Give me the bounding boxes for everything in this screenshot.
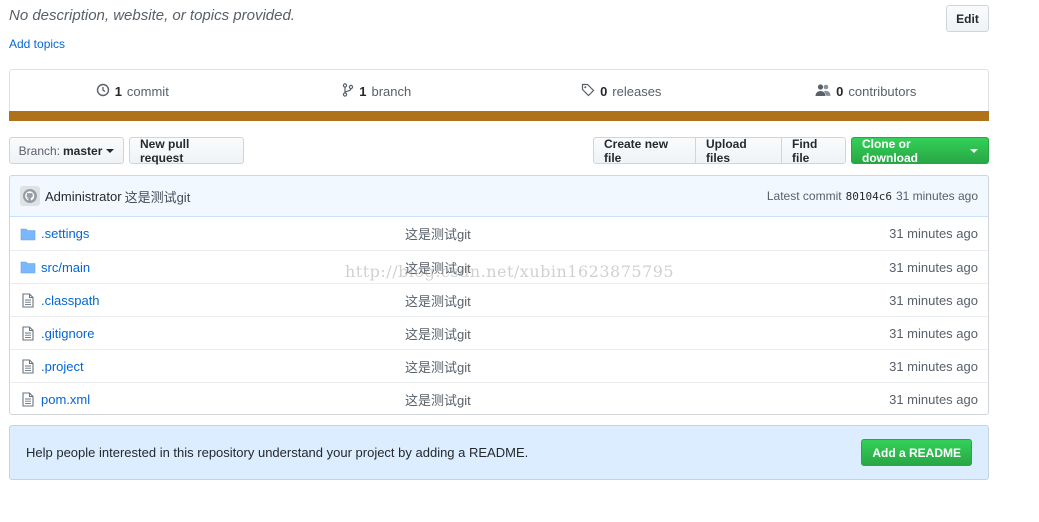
find-file-button[interactable]: Find file	[781, 137, 846, 165]
new-pull-request-button[interactable]: New pull request	[129, 137, 244, 165]
contributors-count: 0	[836, 83, 844, 99]
file-name-link[interactable]: .classpath	[41, 293, 401, 308]
repo-description: No description, website, or topics provi…	[9, 7, 295, 24]
file-name-link[interactable]: .settings	[41, 226, 401, 241]
releases-label: releases	[612, 83, 662, 99]
create-new-file-button[interactable]: Create new file	[593, 137, 696, 165]
file-commit-message[interactable]: 这是测试git	[405, 390, 471, 409]
branches-label: branch	[371, 83, 412, 99]
latest-commit-info: Latest commit 80104c6 31 minutes ago	[767, 189, 978, 203]
caret-down-icon	[970, 148, 978, 153]
file-icon	[20, 391, 36, 407]
folder-icon	[20, 226, 36, 242]
table-row: .classpath 这是测试git 31 minutes ago	[10, 283, 988, 316]
tag-icon	[581, 83, 595, 100]
file-icon	[20, 325, 36, 341]
table-row: src/main 这是测试git 31 minutes ago	[10, 250, 988, 283]
releases-summary[interactable]: 0 releases	[499, 83, 744, 100]
file-age: 31 minutes ago	[889, 259, 978, 275]
file-age: 31 minutes ago	[889, 292, 978, 308]
file-age: 31 minutes ago	[889, 325, 978, 341]
file-name-link[interactable]: .project	[41, 359, 401, 374]
commit-message[interactable]: 这是测试git	[125, 187, 191, 206]
numbers-summary: 1 commit 1 branch 0 releases 0 contribut…	[9, 69, 989, 121]
branch-select-button[interactable]: Branch: master	[9, 137, 124, 164]
folder-icon	[20, 259, 36, 275]
table-row: .project 这是测试git 31 minutes ago	[10, 349, 988, 382]
table-row: .settings 这是测试git 31 minutes ago	[10, 217, 988, 250]
file-commit-message[interactable]: 这是测试git	[405, 224, 471, 243]
releases-count: 0	[600, 83, 608, 99]
file-commit-message[interactable]: 这是测试git	[405, 324, 471, 343]
commit-sha[interactable]: 80104c6	[846, 190, 892, 203]
file-icon	[20, 358, 36, 374]
file-age: 31 minutes ago	[889, 391, 978, 407]
readme-prompt-text: Help people interested in this repositor…	[26, 445, 529, 460]
latest-commit-bar: Administrator 这是测试git Latest commit 8010…	[10, 176, 988, 217]
language-bar[interactable]	[9, 111, 989, 121]
table-row: pom.xml 这是测试git 31 minutes ago	[10, 382, 988, 414]
branches-count: 1	[359, 83, 367, 99]
file-commit-message[interactable]: 这是测试git	[405, 291, 471, 310]
people-icon	[815, 83, 831, 100]
file-table: Administrator 这是测试git Latest commit 8010…	[9, 175, 989, 415]
file-age: 31 minutes ago	[889, 358, 978, 374]
history-icon	[96, 83, 110, 100]
commit-age: 31 minutes ago	[895, 189, 978, 203]
avatar[interactable]	[20, 186, 40, 206]
commits-count: 1	[114, 83, 122, 99]
git-branch-icon	[342, 82, 354, 100]
branches-summary[interactable]: 1 branch	[255, 82, 500, 100]
edit-button[interactable]: Edit	[946, 5, 989, 32]
branch-name: master	[63, 143, 103, 158]
file-commit-message[interactable]: 这是测试git	[405, 357, 471, 376]
commits-summary[interactable]: 1 commit	[10, 83, 255, 100]
file-name-link[interactable]: src/main	[41, 260, 401, 275]
caret-down-icon	[106, 148, 115, 153]
clone-label: Clone or download	[862, 136, 918, 165]
file-commit-message[interactable]: 这是测试git	[405, 258, 471, 277]
readme-prompt: Help people interested in this repositor…	[9, 425, 989, 480]
file-icon	[20, 292, 36, 308]
table-row: .gitignore 这是测试git 31 minutes ago	[10, 316, 988, 349]
contributors-summary[interactable]: 0 contributors	[744, 83, 989, 100]
clone-or-download-button[interactable]: Clone or download	[851, 136, 989, 165]
add-topics-link[interactable]: Add topics	[9, 37, 65, 51]
add-readme-button[interactable]: Add a README	[861, 439, 972, 466]
file-name-link[interactable]: .gitignore	[41, 326, 401, 341]
file-name-link[interactable]: pom.xml	[41, 392, 401, 407]
latest-commit-label: Latest commit	[766, 189, 842, 203]
file-age: 31 minutes ago	[889, 226, 978, 241]
contributors-label: contributors	[848, 83, 917, 99]
upload-files-button[interactable]: Upload files	[695, 137, 782, 165]
commit-author[interactable]: Administrator	[45, 189, 122, 204]
commits-label: commit	[126, 83, 169, 99]
branch-prefix: Branch:	[18, 143, 60, 158]
